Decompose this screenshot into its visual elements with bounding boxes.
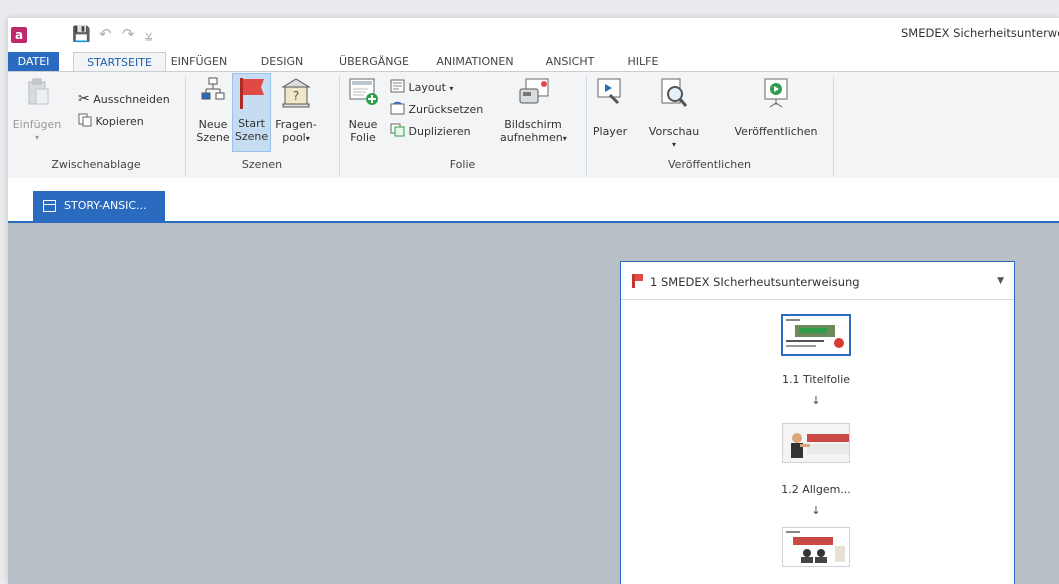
duplicate-label: Duplizieren xyxy=(408,125,471,138)
story-view-label: STORY-ANSIC... xyxy=(64,199,147,212)
copy-button[interactable]: Kopieren xyxy=(78,113,144,128)
layout-label: Layout xyxy=(408,81,446,94)
cut-button[interactable]: ✂ Ausschneiden xyxy=(78,91,170,107)
preview-dropdown-icon: ▾ xyxy=(671,140,676,149)
new-slide-icon xyxy=(349,78,378,105)
copy-label: Kopieren xyxy=(95,115,144,128)
start-flag-icon xyxy=(632,274,643,288)
layout-button[interactable]: Layout ▾ xyxy=(390,79,453,94)
new-scene-label-1: Neue xyxy=(198,118,228,131)
cut-label: Ausschneiden xyxy=(93,93,170,106)
paste-icon xyxy=(28,78,49,105)
ribbon: Einfügen ▾ ✂ Ausschneiden Kopieren Zwisc… xyxy=(8,71,1059,179)
screen-record-icon xyxy=(519,78,549,104)
scenes-group-label: Szenen xyxy=(241,158,283,171)
preview-magnifier-icon xyxy=(661,78,688,107)
record-screen-button[interactable]: Bildschirm aufnehmen▾ xyxy=(500,75,567,152)
slide-group-label: Folie xyxy=(449,158,476,171)
scene-panel-header[interactable]: 1 SMEDEX SIcherheutsunterweisung ▼ xyxy=(621,262,1014,300)
tab-ansicht[interactable]: ANSICHT xyxy=(539,52,601,71)
record-screen-label-1: Bildschirm xyxy=(504,118,562,131)
player-button[interactable]: Player xyxy=(590,75,630,152)
tab-hilfe[interactable]: HILFE xyxy=(622,52,664,71)
paste-label: Einfügen xyxy=(12,118,62,131)
slide-thumbnail[interactable] xyxy=(781,314,851,356)
story-view-icon xyxy=(43,200,56,212)
question-bank-icon: ? xyxy=(281,78,311,108)
question-pool-label-2: pool▾ xyxy=(282,131,310,144)
publish-icon xyxy=(764,78,788,108)
customize-quick-access-icon[interactable]: ⩣ xyxy=(145,27,152,42)
slide-label[interactable]: 1.2 Allgem... xyxy=(721,483,911,496)
view-tab-bar: STORY-ANSIC... xyxy=(8,178,1059,223)
paste-dropdown-icon: ▾ xyxy=(34,133,39,142)
tab-startseite[interactable]: STARTSEITE xyxy=(73,52,166,73)
tab-einfuegen[interactable]: EINFÜGEN xyxy=(168,52,230,71)
group-divider xyxy=(833,76,834,176)
publish-button[interactable]: Veröffentlichen xyxy=(726,75,826,152)
preview-button[interactable]: Vorschau ▾ xyxy=(644,75,704,152)
tab-story-view[interactable]: STORY-ANSIC... xyxy=(33,191,165,221)
collapse-chevron-icon[interactable]: ▼ xyxy=(997,276,1004,286)
new-scene-button[interactable]: Neue Szene xyxy=(195,75,231,152)
layout-dropdown-icon: ▾ xyxy=(449,84,454,93)
slide-thumbnail-image xyxy=(783,528,849,566)
preview-label: Vorschau xyxy=(648,125,700,138)
scissors-icon: ✂ xyxy=(78,91,90,107)
start-scene-label-2: Szene xyxy=(234,130,269,143)
window-title: SMEDEX Sicherheitsunterwe xyxy=(901,26,1059,40)
slide-label[interactable]: 1.1 Titelfolie xyxy=(721,373,911,386)
tab-datei[interactable]: DATEI xyxy=(8,52,59,71)
flow-arrow-down-icon: ↓ xyxy=(811,394,821,407)
tab-uebergaenge[interactable]: ÜBERGÄNGE xyxy=(335,52,413,71)
start-scene-label-1: Start xyxy=(238,117,265,130)
record-screen-label-2: aufnehmen▾ xyxy=(500,131,567,144)
slide-thumbnail[interactable] xyxy=(782,527,850,567)
title-bar: a 💾 ↶ ↷ ⩣ SMEDEX Sicherheitsunterwe xyxy=(8,18,1059,52)
undo-icon[interactable]: ↶ xyxy=(99,25,112,43)
slide-thumbnail-image xyxy=(783,424,849,462)
flow-arrow-down-icon: ↓ xyxy=(811,504,821,517)
reset-label: Zurücksetzen xyxy=(408,103,484,116)
scene-tree-icon xyxy=(201,77,225,100)
player-settings-icon xyxy=(597,78,621,105)
player-label: Player xyxy=(592,125,628,138)
duplicate-button[interactable]: Duplizieren xyxy=(390,123,471,138)
publish-group-label: Veröffentlichen xyxy=(668,158,751,171)
app-window: a 💾 ↶ ↷ ⩣ SMEDEX Sicherheitsunterwe DATE… xyxy=(8,18,1059,584)
redo-icon[interactable]: ↷ xyxy=(122,25,135,43)
reset-button[interactable]: Zurücksetzen xyxy=(390,101,483,116)
tab-design[interactable]: DESIGN xyxy=(256,52,308,71)
reset-icon xyxy=(390,101,405,115)
question-pool-label-1: Fragen- xyxy=(275,118,317,131)
tab-animationen[interactable]: ANIMATIONEN xyxy=(429,52,521,71)
svg-text:?: ? xyxy=(293,89,299,103)
paste-button[interactable]: Einfügen ▾ xyxy=(8,78,66,152)
question-pool-button[interactable]: ? Fragen- pool▾ xyxy=(274,75,318,152)
ribbon-tab-bar: DATEI STARTSEITE EINFÜGEN DESIGN ÜBERGÄN… xyxy=(8,52,1059,73)
publish-label: Veröffentlichen xyxy=(734,125,818,138)
copy-icon xyxy=(78,113,92,127)
new-slide-label-2: Folie xyxy=(350,131,376,144)
app-logo-icon[interactable]: a xyxy=(11,27,27,43)
start-scene-button[interactable]: Start Szene xyxy=(232,73,271,152)
flag-icon xyxy=(240,78,264,109)
duplicate-icon xyxy=(390,123,405,137)
slide-thumbnail-image xyxy=(783,316,849,354)
slide-thumbnail[interactable] xyxy=(782,423,850,463)
layout-icon xyxy=(390,79,405,93)
new-scene-label-2: Szene xyxy=(196,131,230,144)
new-slide-label-1: Neue xyxy=(348,118,378,131)
scene-title: 1 SMEDEX SIcherheutsunterweisung xyxy=(650,275,860,289)
save-icon[interactable]: 💾 xyxy=(72,25,91,43)
new-slide-button[interactable]: Neue Folie xyxy=(343,75,383,152)
scene-panel[interactable]: 1 SMEDEX SIcherheutsunterweisung ▼ 1.1 T… xyxy=(620,261,1015,584)
clipboard-group-label: Zwischenablage xyxy=(51,158,141,171)
